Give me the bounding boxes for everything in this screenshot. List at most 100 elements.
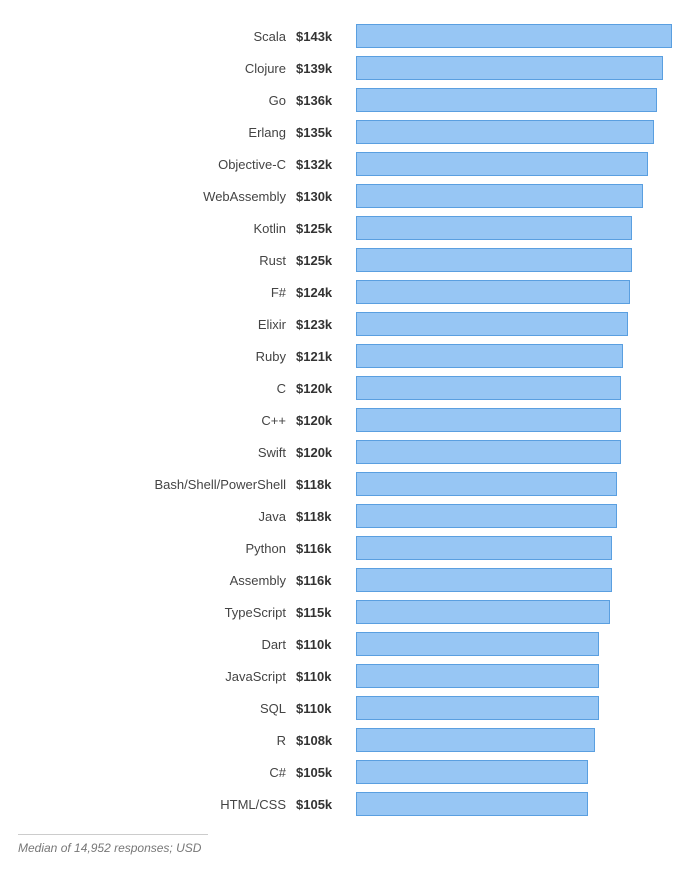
chart-row-value: $132k <box>296 157 356 172</box>
chart-bar <box>356 248 632 272</box>
chart-row-label: SQL <box>10 701 296 716</box>
chart-row: JavaScript$110k <box>10 660 672 692</box>
chart-bar <box>356 664 599 688</box>
chart-bar-track <box>356 664 672 688</box>
chart-bar-track <box>356 248 672 272</box>
salary-bar-chart: Scala$143kClojure$139k Go$136k Erlang$135k… <box>10 20 672 820</box>
chart-row-label: TypeScript <box>10 605 296 620</box>
chart-bar-track <box>356 536 672 560</box>
chart-row-value: $118k <box>296 477 356 492</box>
chart-row: Bash/Shell/PowerShell$118k <box>10 468 672 500</box>
chart-row: TypeScript$115k <box>10 596 672 628</box>
chart-bar-track <box>356 120 672 144</box>
chart-bar-track <box>356 280 672 304</box>
chart-bar-track <box>356 632 672 656</box>
chart-bar <box>356 536 612 560</box>
chart-row: Clojure$139k <box>10 52 672 84</box>
chart-row-value: $110k <box>296 637 356 652</box>
chart-bar <box>356 440 621 464</box>
chart-bar-track <box>356 696 672 720</box>
chart-bar <box>356 760 588 784</box>
chart-row-value: $118k <box>296 509 356 524</box>
chart-row-label: Kotlin <box>10 221 296 236</box>
chart-row: Objective-C$132k <box>10 148 672 180</box>
chart-row-value: $125k <box>296 221 356 236</box>
chart-row-label: Ruby <box>10 349 296 364</box>
chart-row: Swift$120k <box>10 436 672 468</box>
chart-bar <box>356 56 663 80</box>
chart-row-label: C++ <box>10 413 296 428</box>
chart-row-label: C <box>10 381 296 396</box>
chart-bar <box>356 472 617 496</box>
chart-bar <box>356 280 630 304</box>
chart-row-label: Scala <box>10 29 296 44</box>
chart-row-label: C# <box>10 765 296 780</box>
chart-row: C#$105k <box>10 756 672 788</box>
chart-bar-track <box>356 344 672 368</box>
chart-bar <box>356 632 599 656</box>
chart-row-label: Assembly <box>10 573 296 588</box>
chart-bar <box>356 344 623 368</box>
chart-row-value: $110k <box>296 701 356 716</box>
chart-row: C$120k <box>10 372 672 404</box>
chart-row-value: $136k <box>296 93 356 108</box>
chart-row-label: R <box>10 733 296 748</box>
chart-row: Python$116k <box>10 532 672 564</box>
chart-bar-track <box>356 152 672 176</box>
chart-bar-track <box>356 760 672 784</box>
chart-bar <box>356 312 628 336</box>
chart-bar <box>356 600 610 624</box>
chart-row: R$108k <box>10 724 672 756</box>
chart-bar <box>356 24 672 48</box>
chart-row-value: $139k <box>296 61 356 76</box>
chart-bar <box>356 792 588 816</box>
chart-row: Java$118k <box>10 500 672 532</box>
chart-row-label: Java <box>10 509 296 524</box>
chart-row-label: HTML/CSS <box>10 797 296 812</box>
chart-row-label: Swift <box>10 445 296 460</box>
chart-row: C++$120k <box>10 404 672 436</box>
chart-row-label: Bash/Shell/PowerShell <box>10 477 296 492</box>
chart-row-label: WebAssembly <box>10 189 296 204</box>
chart-bar <box>356 504 617 528</box>
chart-bar-track <box>356 184 672 208</box>
chart-bar <box>356 152 648 176</box>
chart-bar-track <box>356 504 672 528</box>
chart-bar-track <box>356 440 672 464</box>
chart-row: HTML/CSS$105k <box>10 788 672 820</box>
chart-row: Assembly$116k <box>10 564 672 596</box>
chart-row-label: Rust <box>10 253 296 268</box>
chart-row-value: $125k <box>296 253 356 268</box>
chart-row-value: $116k <box>296 573 356 588</box>
chart-bar-track <box>356 600 672 624</box>
chart-row-value: $130k <box>296 189 356 204</box>
chart-row-label: JavaScript <box>10 669 296 684</box>
chart-row-label: Go <box>10 93 296 108</box>
chart-bar <box>356 568 612 592</box>
chart-footer-note: Median of 14,952 responses; USD <box>18 834 208 855</box>
chart-bar-track <box>356 792 672 816</box>
chart-row-label: Erlang <box>10 125 296 140</box>
chart-bar <box>356 184 643 208</box>
chart-bar-track <box>356 24 672 48</box>
chart-row-value: $124k <box>296 285 356 300</box>
chart-row-value: $110k <box>296 669 356 684</box>
chart-row-value: $105k <box>296 797 356 812</box>
chart-row-label: Elixir <box>10 317 296 332</box>
chart-bar-track <box>356 88 672 112</box>
chart-row: Elixir$123k <box>10 308 672 340</box>
chart-row-value: $135k <box>296 125 356 140</box>
chart-row-value: $108k <box>296 733 356 748</box>
chart-bar-track <box>356 56 672 80</box>
chart-row-value: $120k <box>296 413 356 428</box>
chart-row: Scala$143k <box>10 20 672 52</box>
chart-row-value: $105k <box>296 765 356 780</box>
chart-bar <box>356 408 621 432</box>
chart-row-value: $121k <box>296 349 356 364</box>
chart-bar-track <box>356 376 672 400</box>
chart-row: F#$124k <box>10 276 672 308</box>
chart-row-value: $120k <box>296 381 356 396</box>
chart-bar-track <box>356 216 672 240</box>
chart-row-value: $123k <box>296 317 356 332</box>
chart-row-label: Dart <box>10 637 296 652</box>
